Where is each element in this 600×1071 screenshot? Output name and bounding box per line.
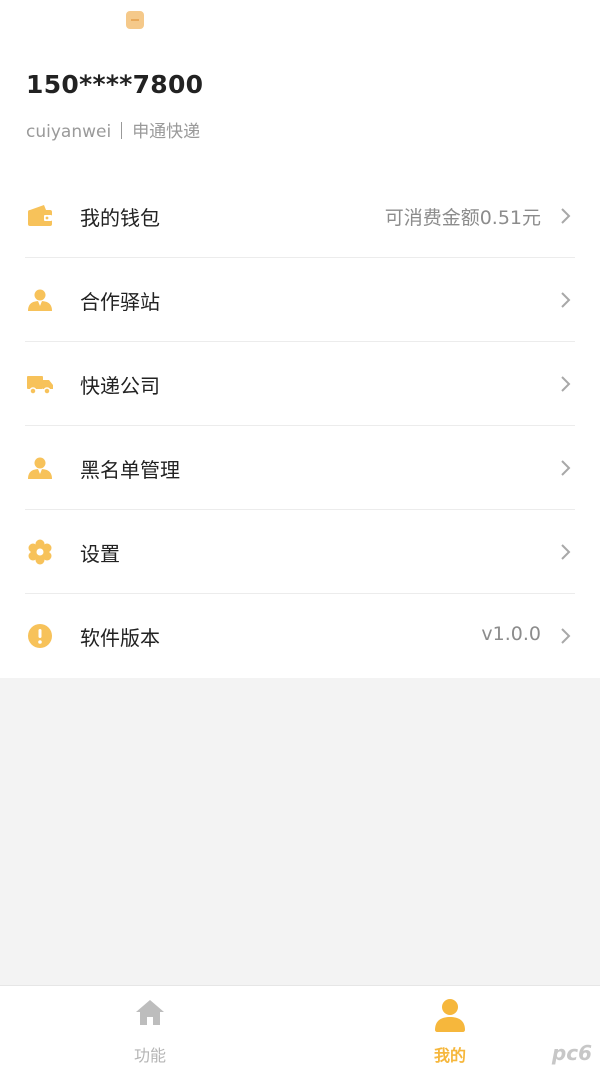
menu-item-settings[interactable]: 设置: [25, 510, 575, 594]
wallet-icon: [28, 205, 52, 226]
menu-item-label: 合作驿站: [80, 290, 160, 314]
menu-item-label: 黑名单管理: [80, 458, 180, 482]
user-icon: [435, 999, 465, 1032]
menu-item-software-version[interactable]: 软件版本 v1.0.0: [25, 594, 575, 678]
person-icon: [28, 289, 52, 311]
username: cuiyanwei: [26, 122, 112, 142]
chevron-right-icon: [561, 292, 571, 308]
app-status-icon: [126, 11, 144, 29]
settings-menu: 我的钱包 可消费金额0.51元 合作驿站 快递公司 黑名单管理 设置 软件版本 …: [0, 174, 600, 678]
person-icon: [28, 457, 52, 479]
bottom-tab-bar: 功能 我的 pc6: [0, 985, 600, 1071]
menu-item-courier-company[interactable]: 快递公司: [25, 342, 575, 426]
account-info: cuiyanwei 申通快递: [26, 117, 200, 142]
divider: [121, 122, 123, 139]
chevron-right-icon: [561, 208, 571, 224]
chevron-right-icon: [561, 376, 571, 392]
menu-item-wallet[interactable]: 我的钱包 可消费金额0.51元: [25, 174, 575, 258]
info-icon: [28, 624, 52, 648]
truck-icon: [27, 376, 53, 395]
tab-label: 功能: [133, 1046, 166, 1065]
menu-item-label: 快递公司: [80, 374, 160, 398]
menu-item-label: 设置: [80, 542, 120, 566]
version-number: v1.0.0: [481, 623, 541, 645]
menu-item-blacklist[interactable]: 黑名单管理: [25, 426, 575, 510]
menu-item-partner-station[interactable]: 合作驿站: [25, 258, 575, 342]
wallet-balance: 可消费金额0.51元: [384, 207, 541, 229]
menu-item-label: 软件版本: [80, 626, 160, 650]
company-name: 申通快递: [132, 122, 201, 142]
profile-panel: 150****7800 cuiyanwei 申通快递 我的钱包 可消费金额0.51…: [0, 0, 600, 678]
chevron-right-icon: [561, 544, 571, 560]
home-icon: [136, 1000, 164, 1025]
phone-number: 150****7800: [26, 70, 204, 99]
chevron-right-icon: [561, 628, 571, 644]
chevron-right-icon: [561, 460, 571, 476]
tab-functions[interactable]: 功能: [0, 986, 300, 1071]
menu-item-label: 我的钱包: [80, 206, 160, 230]
gear-icon: [28, 539, 52, 565]
watermark: pc6: [551, 1041, 592, 1065]
